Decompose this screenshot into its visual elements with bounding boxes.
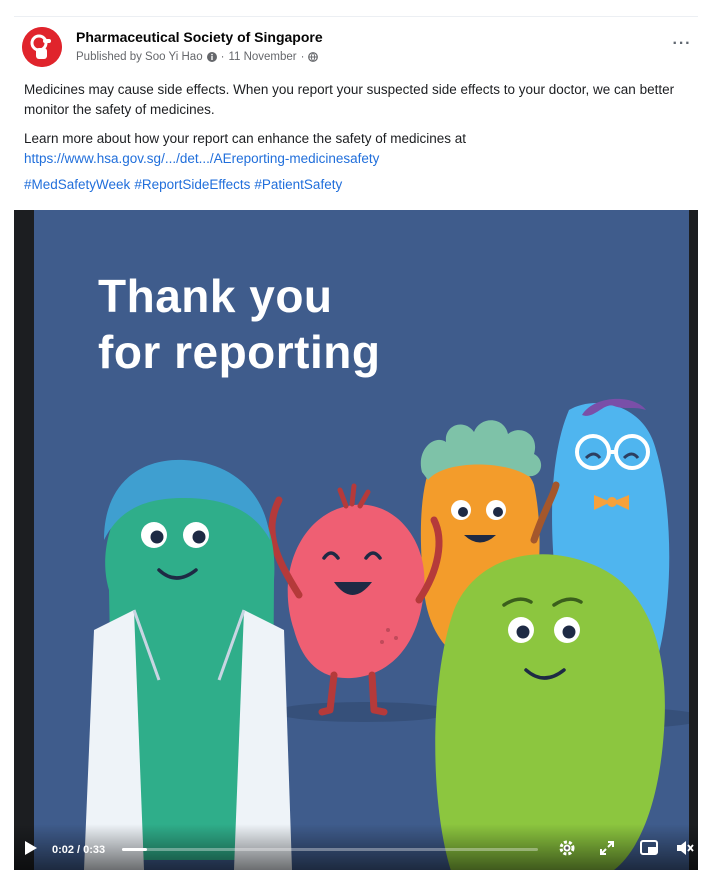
published-by[interactable]: Published by Soo Yi Hao	[76, 51, 203, 63]
settings-icon	[559, 840, 575, 856]
settings-button[interactable]	[556, 837, 578, 859]
post-meta: Published by Soo Yi Hao · 11 November ·	[76, 51, 319, 63]
more-options-button[interactable]: ···	[668, 32, 696, 56]
cartoon-characters-illustration	[84, 398, 689, 870]
meta-separator: ·	[300, 51, 305, 63]
video-frame[interactable]: Thank you for reporting	[34, 210, 689, 870]
volume-muted-icon	[677, 841, 694, 855]
hashtag-link[interactable]: #MedSafetyWeek	[24, 177, 130, 192]
pink-character	[268, 483, 443, 716]
globe-icon	[308, 52, 319, 62]
duration: 0:33	[83, 844, 106, 856]
progress-fill	[122, 848, 147, 851]
hsa-link[interactable]: https://www.hsa.gov.sg/.../det.../AErepo…	[24, 151, 379, 166]
doctor-character	[84, 459, 292, 870]
facebook-post: Pharmaceutical Society of Singapore Publ…	[0, 0, 712, 870]
picture-in-picture-icon	[640, 840, 658, 855]
green-character	[435, 554, 665, 870]
page-avatar[interactable]	[22, 27, 62, 67]
post-date[interactable]: 11 November	[228, 51, 296, 63]
post-text-paragraph: Learn more about how your report can enh…	[24, 129, 696, 169]
meta-separator: ·	[220, 51, 225, 63]
volume-button[interactable]	[674, 837, 696, 859]
post-text-paragraph: Medicines may cause side effects. When y…	[24, 82, 675, 117]
play-icon	[25, 841, 37, 855]
post-body: Medicines may cause side effects. When y…	[24, 80, 696, 204]
divider	[14, 16, 698, 17]
hashtag-list: #MedSafetyWeek #ReportSideEffects #Patient…	[24, 175, 696, 195]
info-icon[interactable]	[206, 52, 217, 62]
post-text-learn-more: Learn more about how your report can enh…	[24, 131, 467, 146]
pss-logo-icon	[22, 27, 62, 67]
time-separator: /	[77, 844, 81, 856]
video-player[interactable]: Thank you for reporting 0:02 / 0:33	[14, 210, 698, 870]
fullscreen-icon	[600, 841, 614, 855]
time-display: 0:02/0:33	[52, 844, 105, 856]
video-controls: 0:02/0:33	[14, 824, 698, 870]
hashtag-link[interactable]: #PatientSafety	[254, 177, 342, 192]
progress-bar[interactable]	[122, 848, 538, 851]
play-button[interactable]	[22, 838, 40, 858]
hashtag-link[interactable]: #ReportSideEffects	[134, 177, 250, 192]
fullscreen-button[interactable]	[596, 837, 618, 859]
page-name-link[interactable]: Pharmaceutical Society of Singapore	[76, 29, 323, 45]
picture-in-picture-button[interactable]	[638, 837, 660, 859]
current-time: 0:02	[52, 844, 75, 856]
